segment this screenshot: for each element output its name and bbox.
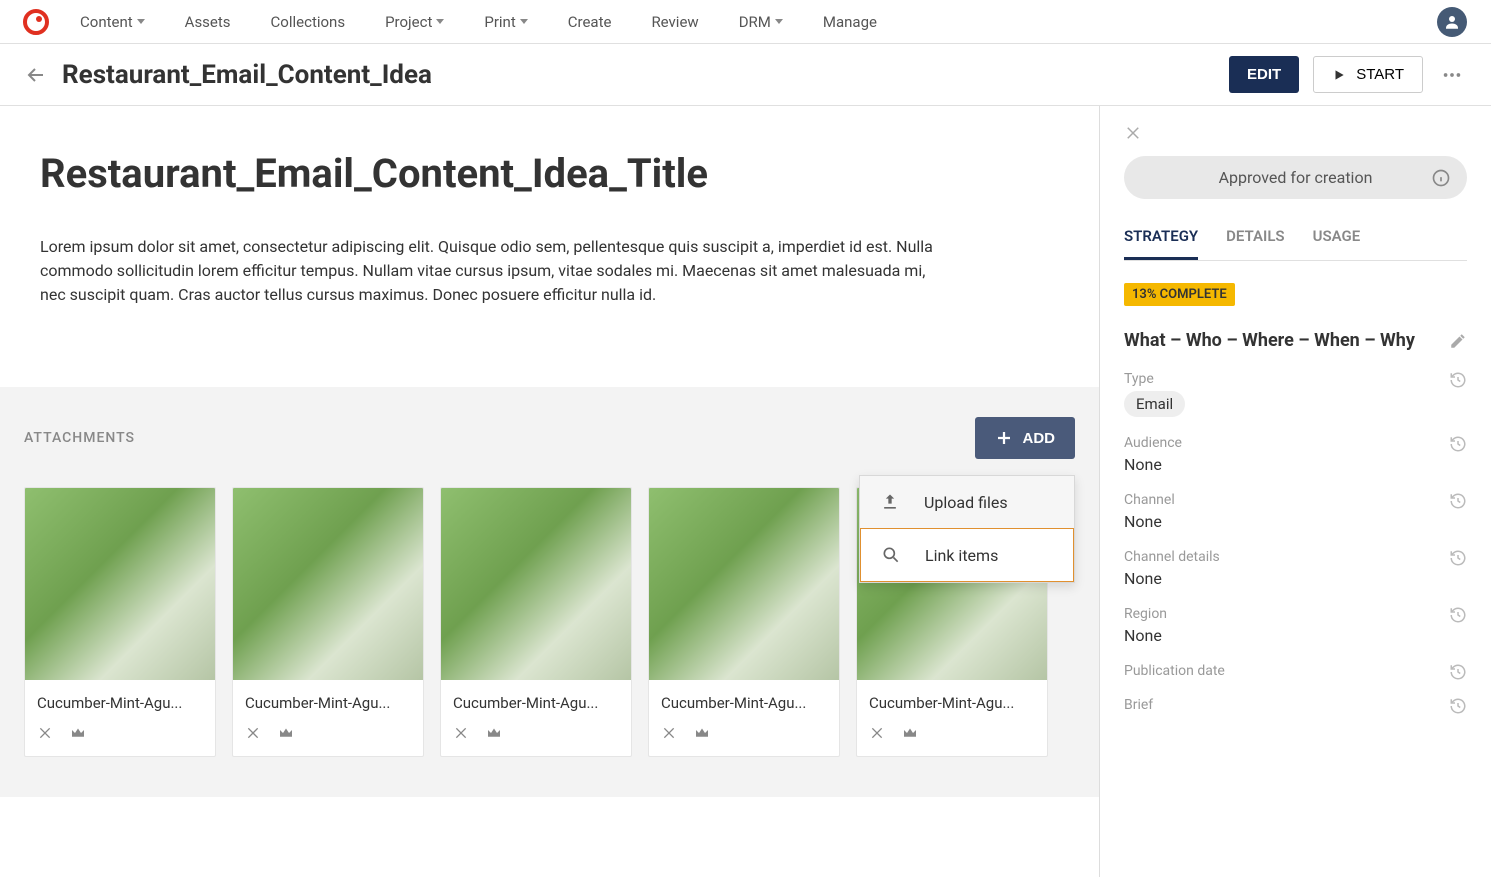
upload-icon	[880, 492, 900, 512]
crown-icon[interactable]	[693, 724, 711, 742]
field-label: Audience	[1124, 435, 1467, 451]
field-label: Channel details	[1124, 549, 1467, 565]
chevron-down-icon	[775, 19, 783, 24]
add-label: ADD	[1023, 430, 1056, 447]
remove-attachment-button[interactable]	[661, 725, 677, 741]
nav-print[interactable]: Print	[484, 13, 527, 31]
field-label: Brief	[1124, 697, 1467, 713]
history-icon[interactable]	[1449, 697, 1467, 715]
edit-button[interactable]: EDIT	[1229, 56, 1299, 93]
search-icon	[881, 545, 901, 565]
field-value: None	[1124, 512, 1467, 531]
crown-icon[interactable]	[485, 724, 503, 742]
field-label: Channel	[1124, 492, 1467, 508]
nav-create[interactable]: Create	[568, 13, 612, 31]
field-type: Type Email	[1124, 371, 1467, 417]
nav-review[interactable]: Review	[651, 13, 698, 31]
attachment-filename: Cucumber-Mint-Agu...	[441, 680, 631, 716]
attachment-card[interactable]: Cucumber-Mint-Agu...	[440, 487, 632, 757]
page-title: Restaurant_Email_Content_Idea	[62, 60, 1229, 90]
crown-icon[interactable]	[277, 724, 295, 742]
attachment-filename: Cucumber-Mint-Agu...	[233, 680, 423, 716]
attachment-thumbnail	[25, 488, 215, 680]
history-icon[interactable]	[1449, 371, 1467, 389]
remove-attachment-button[interactable]	[245, 725, 261, 741]
document-body: Lorem ipsum dolor sit amet, consectetur …	[40, 235, 940, 307]
crown-icon[interactable]	[901, 724, 919, 742]
side-panel: Approved for creation STRATEGY DETAILS USA…	[1099, 106, 1491, 877]
field-audience: Audience None	[1124, 435, 1467, 474]
field-value: None	[1124, 455, 1467, 474]
nav-collections[interactable]: Collections	[271, 13, 346, 31]
status-pill[interactable]: Approved for creation	[1124, 156, 1467, 199]
attachment-card[interactable]: Cucumber-Mint-Agu...	[648, 487, 840, 757]
link-items-label: Link items	[925, 546, 998, 565]
history-icon[interactable]	[1449, 663, 1467, 681]
top-nav: Content Assets Collections Project Print Crea…	[0, 0, 1491, 44]
document-heading: Restaurant_Email_Content_Idea_Title	[40, 150, 1059, 197]
completion-badge: 13% COMPLETE	[1124, 283, 1235, 306]
edit-section-button[interactable]	[1449, 332, 1467, 350]
field-region: Region None	[1124, 606, 1467, 645]
start-button[interactable]: START	[1313, 56, 1423, 93]
back-arrow-icon[interactable]	[24, 63, 48, 87]
history-icon[interactable]	[1449, 549, 1467, 567]
dropdown-upload-files[interactable]: Upload files	[860, 476, 1074, 528]
close-panel-button[interactable]	[1124, 124, 1467, 142]
more-button[interactable]	[1437, 60, 1467, 90]
dropdown-link-items[interactable]: Link items	[860, 528, 1074, 582]
tab-strategy[interactable]: STRATEGY	[1124, 227, 1198, 260]
attachment-thumbnail	[441, 488, 631, 680]
tab-usage[interactable]: USAGE	[1313, 227, 1361, 260]
nav-manage[interactable]: Manage	[823, 13, 877, 31]
status-text: Approved for creation	[1219, 168, 1373, 187]
attachment-thumbnail	[233, 488, 423, 680]
attachment-filename: Cucumber-Mint-Agu...	[649, 680, 839, 716]
remove-attachment-button[interactable]	[453, 725, 469, 741]
history-icon[interactable]	[1449, 606, 1467, 624]
add-attachment-button[interactable]: ADD	[975, 417, 1076, 459]
attachment-filename: Cucumber-Mint-Agu...	[25, 680, 215, 716]
add-dropdown: Upload files Link items	[859, 475, 1075, 583]
chevron-down-icon	[520, 19, 528, 24]
remove-attachment-button[interactable]	[869, 725, 885, 741]
attachments-section: ATTACHMENTS ADD Cucumber-Mint-Agu... Cuc…	[0, 387, 1099, 797]
field-publication-date: Publication date	[1124, 663, 1467, 679]
field-channel-details: Channel details None	[1124, 549, 1467, 588]
field-value: None	[1124, 626, 1467, 645]
field-brief: Brief	[1124, 697, 1467, 713]
nav-content[interactable]: Content	[80, 13, 145, 31]
info-icon[interactable]	[1431, 168, 1451, 188]
strategy-section-title: What – Who – Where – When – Why	[1124, 330, 1449, 351]
history-icon[interactable]	[1449, 492, 1467, 510]
attachment-thumbnail	[649, 488, 839, 680]
upload-label: Upload files	[924, 493, 1008, 512]
field-channel: Channel None	[1124, 492, 1467, 531]
play-icon	[1332, 68, 1346, 82]
field-label: Region	[1124, 606, 1467, 622]
field-label: Publication date	[1124, 663, 1467, 679]
chevron-down-icon	[436, 19, 444, 24]
attachment-card[interactable]: Cucumber-Mint-Agu...	[232, 487, 424, 757]
nav-drm[interactable]: DRM	[739, 13, 783, 31]
field-label: Type	[1124, 371, 1467, 387]
remove-attachment-button[interactable]	[37, 725, 53, 741]
user-avatar[interactable]	[1437, 7, 1467, 37]
plus-icon	[995, 429, 1013, 447]
nav-project[interactable]: Project	[385, 13, 444, 31]
field-value: Email	[1124, 391, 1185, 417]
title-bar: Restaurant_Email_Content_Idea EDIT START	[0, 44, 1491, 106]
attachment-filename: Cucumber-Mint-Agu...	[857, 680, 1047, 716]
chevron-down-icon	[137, 19, 145, 24]
history-icon[interactable]	[1449, 435, 1467, 453]
attachment-card[interactable]: Cucumber-Mint-Agu...	[24, 487, 216, 757]
start-label: START	[1356, 66, 1404, 83]
tab-details[interactable]: DETAILS	[1226, 227, 1284, 260]
attachments-label: ATTACHMENTS	[24, 430, 135, 446]
main-panel: Restaurant_Email_Content_Idea_Title Lore…	[0, 106, 1099, 877]
crown-icon[interactable]	[69, 724, 87, 742]
app-logo[interactable]	[16, 8, 56, 36]
nav-assets[interactable]: Assets	[185, 13, 231, 31]
field-value: None	[1124, 569, 1467, 588]
